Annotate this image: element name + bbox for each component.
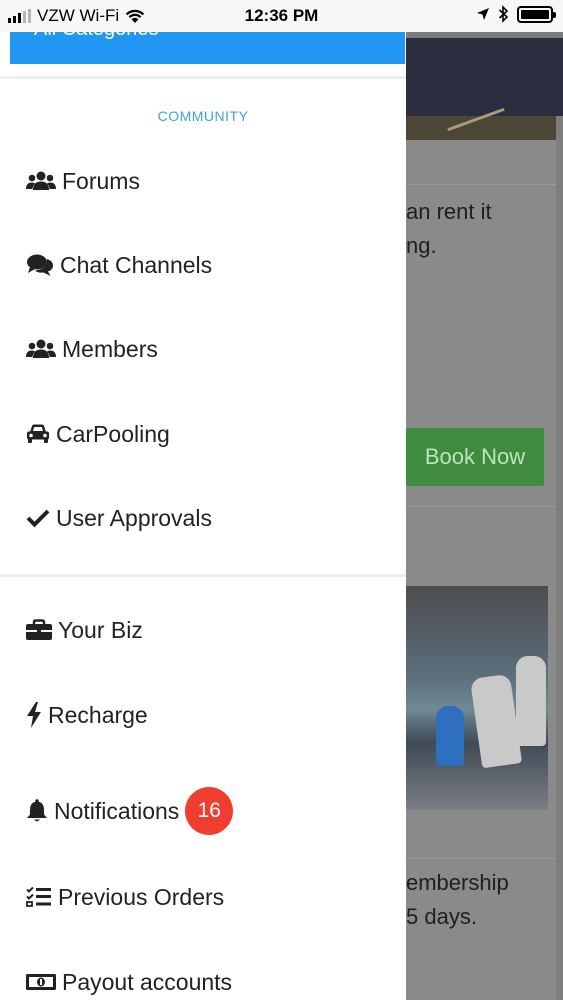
background-divider bbox=[406, 184, 556, 185]
background-divider bbox=[406, 506, 556, 507]
checklist-icon bbox=[26, 886, 52, 908]
briefcase-icon bbox=[26, 619, 52, 641]
section-divider bbox=[0, 76, 406, 79]
section-divider bbox=[0, 574, 406, 577]
location-arrow-icon bbox=[477, 8, 489, 20]
money-icon bbox=[26, 972, 56, 992]
menu-item-label: CarPooling bbox=[56, 420, 170, 447]
menu-item-label: Previous Orders bbox=[58, 883, 225, 910]
users-icon bbox=[26, 170, 56, 192]
menu-item-label: Chat Channels bbox=[60, 251, 213, 278]
car-icon bbox=[26, 423, 50, 445]
menu-item-label: User Approvals bbox=[56, 504, 212, 531]
bluetooth-icon bbox=[498, 5, 509, 23]
background-page: an rent it ng. Book Now embership 5 days… bbox=[406, 32, 563, 1000]
background-divider bbox=[406, 858, 556, 859]
menu-item-forums[interactable]: Forums bbox=[26, 161, 140, 201]
background-text: an rent it bbox=[406, 199, 492, 224]
status-bar: VZW Wi-Fi 12:36 PM bbox=[0, 0, 563, 32]
bolt-icon bbox=[26, 702, 42, 728]
menu-item-notifications[interactable]: Notifications 16 bbox=[26, 785, 234, 837]
menu-item-label: Forums bbox=[62, 167, 140, 194]
menu-item-label: Payout accounts bbox=[62, 968, 233, 995]
menu-item-label: Recharge bbox=[48, 701, 148, 728]
section-title-community: COMMUNITY bbox=[157, 108, 249, 124]
menu-item-label: Members bbox=[62, 335, 158, 362]
background-header bbox=[406, 38, 563, 116]
menu-item-label: Notifications bbox=[54, 797, 180, 824]
menu-item-label: Your Biz bbox=[58, 616, 143, 643]
book-now-button[interactable]: Book Now bbox=[406, 428, 544, 486]
battery-icon bbox=[517, 5, 556, 23]
menu-item-carpooling[interactable]: CarPooling bbox=[26, 414, 170, 454]
menu-item-user-approvals[interactable]: User Approvals bbox=[26, 498, 212, 538]
comments-icon bbox=[26, 253, 54, 277]
users-icon bbox=[26, 338, 56, 360]
gym-photo bbox=[406, 586, 548, 810]
menu-item-members[interactable]: Members bbox=[26, 329, 158, 369]
bell-icon bbox=[26, 799, 48, 823]
background-text: embership bbox=[406, 870, 509, 895]
menu-item-recharge[interactable]: Recharge bbox=[26, 695, 148, 735]
menu-item-chat-channels[interactable]: Chat Channels bbox=[26, 245, 212, 285]
background-text: 5 days. bbox=[406, 904, 477, 929]
menu-item-payout-accounts[interactable]: Payout accounts bbox=[26, 962, 232, 1000]
menu-item-your-biz[interactable]: Your Biz bbox=[26, 610, 143, 650]
notification-count-badge: 16 bbox=[185, 787, 234, 835]
background-card-image bbox=[406, 116, 556, 140]
menu-item-previous-orders[interactable]: Previous Orders bbox=[26, 877, 224, 917]
check-icon bbox=[26, 508, 50, 528]
background-card bbox=[406, 116, 556, 596]
status-right bbox=[476, 5, 556, 23]
background-text: ng. bbox=[406, 233, 437, 258]
all-categories-label: All Categories bbox=[34, 32, 405, 41]
nav-drawer: All Categories COMMUNITY Forums Chat bbox=[0, 32, 406, 1000]
all-categories-button[interactable]: All Categories bbox=[10, 32, 405, 64]
